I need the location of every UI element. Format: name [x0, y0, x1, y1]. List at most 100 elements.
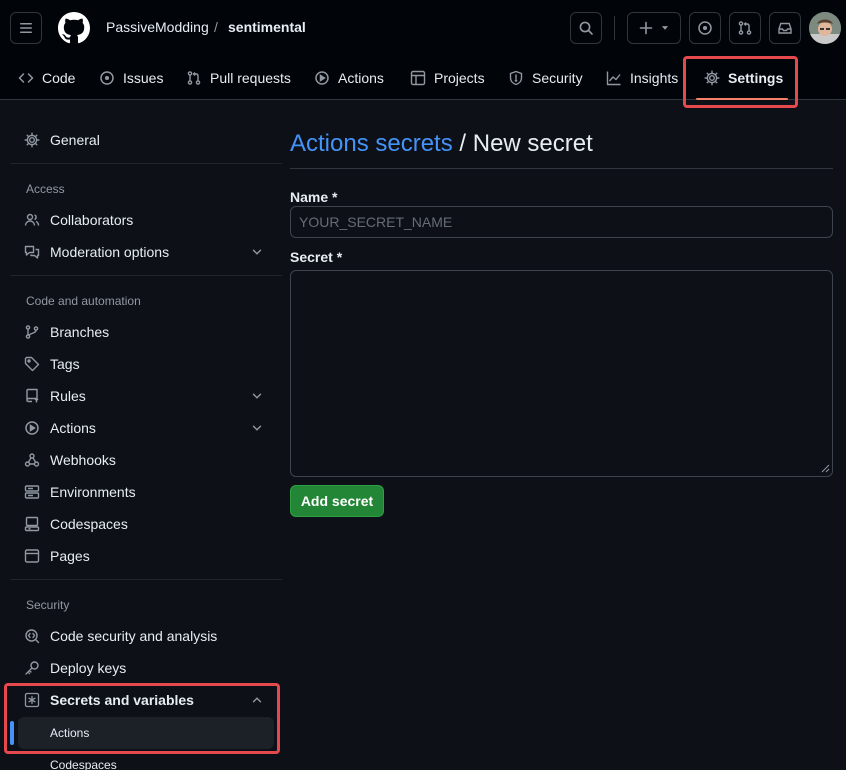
asterisk-icon — [24, 692, 40, 708]
tab-projects[interactable]: Projects — [410, 56, 485, 100]
issue-opened-icon — [100, 71, 114, 85]
code-icon — [18, 73, 34, 83]
resize-grip-icon[interactable] — [820, 463, 830, 473]
chevron-up-icon — [252, 697, 262, 703]
repo-push-icon — [24, 388, 40, 404]
sidebar-item-label: Pages — [50, 548, 90, 564]
triangle-down-icon — [661, 26, 669, 30]
sidebar-item-label: Environments — [50, 484, 136, 500]
tag-icon — [24, 356, 40, 372]
sidebar-item-collaborators[interactable]: Collaborators — [18, 204, 278, 236]
repo-owner-link[interactable]: PassiveModding — [106, 19, 209, 35]
hamburger-menu-button[interactable] — [10, 12, 42, 44]
key-icon — [24, 660, 40, 676]
chevron-down-icon — [252, 393, 262, 399]
git-pull-request-icon — [187, 71, 201, 85]
sidebar-item-branches[interactable]: Branches — [18, 316, 278, 348]
codescan-icon — [24, 628, 40, 644]
sidebar-item-label: Branches — [50, 324, 110, 340]
sidebar-item-actions[interactable]: Actions — [18, 412, 278, 444]
tab-insights[interactable]: Insights — [606, 56, 678, 100]
tab-label: Settings — [728, 70, 784, 86]
tab-label: Code — [42, 70, 76, 86]
browser-icon — [24, 548, 40, 564]
header-divider — [614, 16, 615, 40]
search-button[interactable] — [570, 12, 602, 44]
plus-icon — [639, 21, 653, 35]
tab-pull-requests[interactable]: Pull requests — [186, 56, 291, 100]
tab-settings[interactable]: Settings — [704, 56, 783, 100]
inbox-button[interactable] — [769, 12, 801, 44]
sidebar-item-label: Code security and analysis — [50, 628, 218, 644]
sidebar-item-label: Codespaces — [50, 516, 128, 532]
sidebar-item-label: Collaborators — [50, 212, 134, 228]
repo-name-link[interactable]: sentimental — [228, 19, 306, 35]
table-icon — [410, 70, 426, 86]
secret-value-textarea[interactable] — [290, 270, 833, 477]
codespaces-icon — [24, 516, 40, 532]
sidebar-item-label: Secrets and variables — [50, 692, 194, 708]
git-pull-request-icon — [738, 21, 752, 35]
active-subitem-indicator — [10, 721, 14, 745]
git-branch-icon — [24, 324, 40, 340]
issue-opened-icon — [698, 21, 712, 35]
sidebar-item-webhooks[interactable]: Webhooks — [18, 444, 278, 476]
repo-tab-bar: Code Issues Pull requests Actions Projec… — [0, 56, 846, 100]
title-divider — [290, 168, 833, 169]
sidebar-item-tags[interactable]: Tags — [18, 348, 278, 380]
chevron-down-icon — [252, 249, 262, 255]
sidebar-subitem-codespaces[interactable]: Codespaces — [18, 749, 274, 770]
sidebar-subitem-actions[interactable]: Actions — [18, 717, 274, 749]
sidebar-item-rules[interactable]: Rules — [18, 380, 278, 412]
tab-label: Pull requests — [210, 70, 291, 86]
sidebar-item-label: Webhooks — [50, 452, 116, 468]
breadcrumb-separator: / — [459, 130, 467, 157]
github-logo-icon[interactable] — [58, 12, 90, 44]
tab-label: Projects — [434, 70, 485, 86]
tab-label: Actions — [338, 70, 384, 86]
user-avatar[interactable] — [809, 12, 841, 44]
page-title: Actions secrets / New secret — [290, 130, 593, 158]
sidebar-item-codespaces[interactable]: Codespaces — [18, 508, 278, 540]
active-tab-indicator — [696, 98, 788, 100]
tab-label: Issues — [123, 70, 164, 86]
tab-code[interactable]: Code — [18, 56, 75, 100]
shield-icon — [509, 70, 523, 86]
tab-label: Insights — [630, 70, 679, 86]
tab-security[interactable]: Security — [508, 56, 583, 100]
issues-button[interactable] — [689, 12, 721, 44]
tab-actions[interactable]: Actions — [314, 56, 384, 100]
tab-label: Security — [532, 70, 583, 86]
chevron-down-icon — [252, 425, 262, 431]
sidebar-heading-security: Security — [26, 598, 70, 612]
sidebar-heading-code-automation: Code and automation — [26, 294, 141, 308]
gear-icon — [704, 70, 720, 86]
sidebar-item-deploy-keys[interactable]: Deploy keys — [18, 652, 278, 684]
play-icon — [24, 420, 40, 436]
sidebar-subitem-label: Actions — [50, 726, 90, 740]
breadcrumb-actions-secrets[interactable]: Actions secrets — [290, 130, 453, 157]
sidebar-item-general[interactable]: General — [18, 124, 278, 156]
sidebar-item-secrets-and-variables[interactable]: Secrets and variables — [18, 684, 278, 716]
pull-requests-button[interactable] — [729, 12, 761, 44]
sidebar-item-pages[interactable]: Pages — [18, 540, 278, 572]
sidebar-item-moderation-options[interactable]: Moderation options — [18, 236, 278, 268]
people-icon — [24, 212, 40, 228]
sidebar-heading-access: Access — [26, 182, 65, 196]
sidebar-divider — [10, 579, 282, 580]
secret-name-input[interactable] — [290, 206, 833, 238]
sidebar-item-environments[interactable]: Environments — [18, 476, 278, 508]
name-label: Name * — [290, 189, 338, 205]
add-secret-button[interactable]: Add secret — [290, 485, 384, 517]
sidebar-item-label: Rules — [50, 388, 86, 404]
sidebar-divider — [10, 275, 282, 276]
create-new-button[interactable] — [627, 12, 681, 44]
inbox-icon — [778, 22, 792, 34]
sidebar-item-label: Deploy keys — [50, 660, 127, 676]
repo-path-separator: / — [214, 19, 218, 35]
page-title-current: New secret — [472, 130, 593, 157]
sidebar-item-code-security[interactable]: Code security and analysis — [18, 620, 278, 652]
search-icon — [579, 21, 593, 35]
tab-issues[interactable]: Issues — [99, 56, 163, 100]
graph-icon — [606, 71, 621, 86]
